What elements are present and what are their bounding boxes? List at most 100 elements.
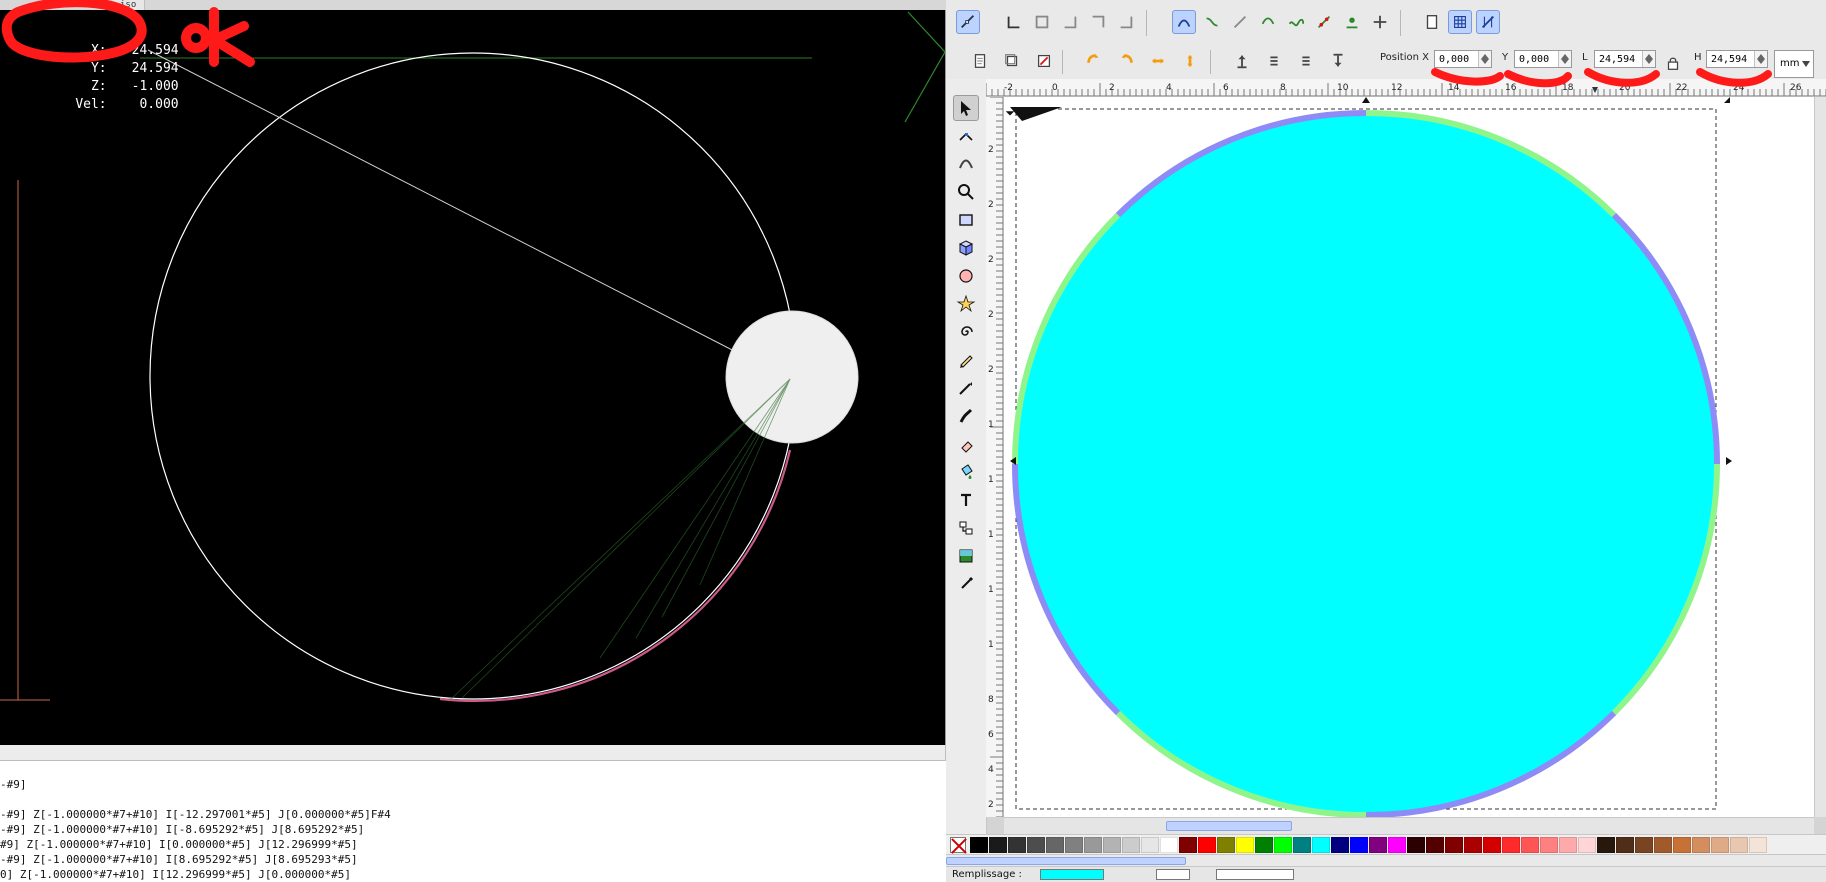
no-paint-swatch[interactable] [950,837,966,853]
ellipse-tool[interactable] [953,263,979,289]
color-swatch[interactable] [1141,837,1159,853]
calligraphy-tool[interactable] [953,403,979,429]
position-x-spinbox[interactable] [1434,50,1492,68]
guides-toggle-button[interactable] [1476,10,1500,34]
inkscape-canvas[interactable] [1004,97,1814,817]
fill-swatch[interactable] [1040,869,1104,880]
pen-tool[interactable] [953,375,979,401]
position-y-stepper[interactable] [1558,51,1571,67]
snap-bbox-button[interactable] [1030,10,1054,34]
color-swatch[interactable] [1122,837,1140,853]
node-tool[interactable] [953,123,979,149]
color-swatch[interactable] [1730,837,1748,853]
vertical-scrollbar[interactable] [1814,97,1826,817]
left-tab[interactable]: iso [112,0,146,10]
snap-path-curve-button[interactable] [1200,10,1224,34]
snap-node-button-2[interactable] [1340,10,1364,34]
status-box[interactable] [1216,869,1294,880]
color-swatch[interactable] [1236,837,1254,853]
rotate-cw-button[interactable] [1114,49,1138,73]
grid-toggle-button[interactable] [1448,10,1472,34]
color-swatch[interactable] [1065,837,1083,853]
gradient-tool[interactable] [953,543,979,569]
text-tool[interactable] [953,487,979,513]
snap-corner2-button[interactable] [1086,10,1110,34]
rotate-ccw-button[interactable] [1082,49,1106,73]
color-swatch[interactable] [1217,837,1235,853]
select-all-layers-button[interactable] [1000,49,1024,73]
color-swatch[interactable] [1331,837,1349,853]
snap-path-wave-button[interactable] [1284,10,1308,34]
star-tool[interactable] [953,291,979,317]
color-swatch[interactable] [1084,837,1102,853]
spiral-tool[interactable] [953,319,979,345]
snap-node-button[interactable] [1002,10,1026,34]
pencil-tool[interactable] [953,347,979,373]
snap-path-nodes-button[interactable] [1312,10,1336,34]
selector-tool[interactable] [953,95,979,121]
horizontal-scrollbar[interactable] [1004,817,1814,834]
color-swatch[interactable] [1540,837,1558,853]
color-swatch[interactable] [1464,837,1482,853]
color-swatch[interactable] [970,837,988,853]
color-swatch[interactable] [1483,837,1501,853]
paint-bucket-tool[interactable] [953,459,979,485]
raise-button[interactable] [1262,49,1286,73]
color-swatch[interactable] [1673,837,1691,853]
select-all-button[interactable] [968,49,992,73]
color-swatch[interactable] [1711,837,1729,853]
color-swatch[interactable] [1312,837,1330,853]
color-swatch[interactable] [1559,837,1577,853]
connector-tool[interactable] [953,515,979,541]
height-spinbox[interactable] [1706,50,1768,68]
lower-to-bottom-button[interactable] [1326,49,1350,73]
color-swatch[interactable] [1179,837,1197,853]
raise-to-top-button[interactable] [1230,49,1254,73]
color-swatch[interactable] [1597,837,1615,853]
color-swatch[interactable] [1692,837,1710,853]
color-palette[interactable] [946,834,1826,855]
snap-path-arc-button[interactable] [1256,10,1280,34]
snap-path-line-button[interactable] [1228,10,1252,34]
color-swatch[interactable] [1502,837,1520,853]
status-box[interactable] [1156,869,1190,880]
deselect-button[interactable] [1032,49,1056,73]
palette-scroll-thumb[interactable] [946,857,1186,865]
color-swatch[interactable] [1198,837,1216,853]
position-x-stepper[interactable] [1478,51,1491,67]
flip-vertical-button[interactable] [1178,49,1202,73]
tweak-tool[interactable] [953,151,979,177]
color-swatch[interactable] [1293,837,1311,853]
color-swatch[interactable] [1274,837,1292,853]
flip-horizontal-button[interactable] [1146,49,1170,73]
horizontal-scroll-thumb[interactable] [1166,821,1292,831]
node-tool-toggle-button[interactable] [956,10,980,34]
lock-aspect-button[interactable] [1664,54,1682,72]
color-swatch[interactable] [1426,837,1444,853]
color-swatch[interactable] [1635,837,1653,853]
eraser-tool[interactable] [953,431,979,457]
color-swatch[interactable] [1407,837,1425,853]
lower-button[interactable] [1294,49,1318,73]
color-swatch[interactable] [1046,837,1064,853]
width-spinbox[interactable] [1594,50,1656,68]
color-swatch[interactable] [1521,837,1539,853]
color-swatch[interactable] [1160,837,1178,853]
color-swatch[interactable] [1616,837,1634,853]
zoom-tool[interactable] [953,179,979,205]
snap-corner-button[interactable] [1058,10,1082,34]
color-swatch[interactable] [1749,837,1767,853]
color-swatch[interactable] [1388,837,1406,853]
snap-center-button[interactable] [1368,10,1392,34]
width-stepper[interactable] [1642,51,1655,67]
color-swatch[interactable] [989,837,1007,853]
page-button[interactable] [1420,10,1444,34]
snap-path-active-button[interactable] [1172,10,1196,34]
rectangle-tool[interactable] [953,207,979,233]
gcode-panel[interactable]: -#9] -#9] Z[-1.000000*#7+#10] I[-12.2970… [0,760,946,882]
color-swatch[interactable] [1445,837,1463,853]
color-swatch[interactable] [1578,837,1596,853]
color-swatch[interactable] [1350,837,1368,853]
color-swatch[interactable] [1255,837,1273,853]
position-y-spinbox[interactable] [1514,50,1572,68]
